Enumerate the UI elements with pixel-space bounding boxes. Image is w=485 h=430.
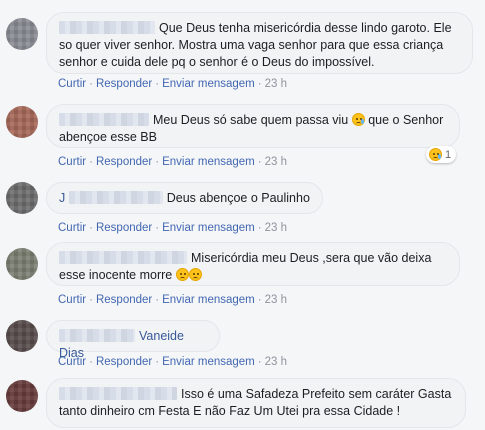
timestamp[interactable]: 23 h (265, 294, 287, 306)
timestamp[interactable]: 23 h (265, 222, 287, 234)
timestamp[interactable]: 23 h (265, 356, 287, 368)
reply-link[interactable]: Responder (96, 78, 152, 90)
send-message-link[interactable]: Enviar mensagem (162, 78, 255, 90)
avatar[interactable] (6, 320, 38, 352)
comment-text: Deus abençoe o Paulinho (166, 191, 310, 205)
comment-actions: Curtir · Responder · Enviar mensagem · 23 h (58, 222, 287, 234)
avatar[interactable] (6, 106, 38, 138)
comment-bubble: Isso é uma Safadeza Prefeito sem caráter… (46, 378, 466, 428)
comment-bubble: Que Deus tenha misericórdia desse lindo … (46, 12, 473, 74)
timestamp[interactable]: 23 h (265, 156, 287, 168)
like-link[interactable]: Curtir (58, 294, 86, 306)
comment-actions: Curtir · Responder · Enviar mensagem · 23 h (58, 78, 287, 90)
blurred-name[interactable] (59, 387, 177, 400)
like-link[interactable]: Curtir (58, 78, 86, 90)
comment-actions: Curtir · Responder · Enviar mensagem · 23 h (58, 156, 287, 168)
send-message-link[interactable]: Enviar mensagem (162, 294, 255, 306)
blurred-name (59, 329, 135, 342)
crying-face-icon (429, 148, 442, 161)
like-link[interactable]: Curtir (58, 356, 86, 368)
comment-text: Meu Deus só sabe quem passa viu (153, 113, 349, 127)
blurred-name[interactable] (59, 113, 149, 126)
reaction-count[interactable]: 1 (426, 146, 457, 163)
reply-link[interactable]: Responder (96, 156, 152, 168)
avatar[interactable] (6, 18, 38, 50)
comment-bubble: J Deus abençoe o Paulinho (46, 182, 323, 214)
send-message-link[interactable]: Enviar mensagem (162, 356, 255, 368)
blurred-name (68, 191, 163, 204)
like-link[interactable]: Curtir (58, 222, 86, 234)
timestamp[interactable]: 23 h (265, 78, 287, 90)
send-message-link[interactable]: Enviar mensagem (162, 222, 255, 234)
comment-actions: Curtir · Responder · Enviar mensagem · 23 h (58, 294, 287, 306)
commenter-name[interactable]: J (59, 191, 65, 205)
disappointed-face-icon (188, 268, 202, 281)
blurred-name[interactable] (59, 251, 187, 264)
blurred-name[interactable] (59, 21, 155, 34)
avatar[interactable] (6, 380, 38, 412)
like-link[interactable]: Curtir (58, 156, 86, 168)
reply-link[interactable]: Responder (96, 294, 152, 306)
reply-link[interactable]: Responder (96, 222, 152, 234)
comment-actions: Curtir · Responder · Enviar mensagem · 23 h (58, 356, 287, 368)
comment-bubble: Vaneide Dias (46, 320, 220, 360)
avatar[interactable] (6, 248, 38, 280)
disappointed-face-icon (175, 268, 189, 281)
crying-face-icon (351, 113, 365, 126)
comment-bubble: Misericórdia meu Deus ,sera que vão deix… (46, 242, 460, 286)
avatar[interactable] (6, 182, 38, 214)
reply-link[interactable]: Responder (96, 356, 152, 368)
send-message-link[interactable]: Enviar mensagem (162, 156, 255, 168)
comment-bubble: Meu Deus só sabe quem passa viu que o Se… (46, 104, 460, 148)
